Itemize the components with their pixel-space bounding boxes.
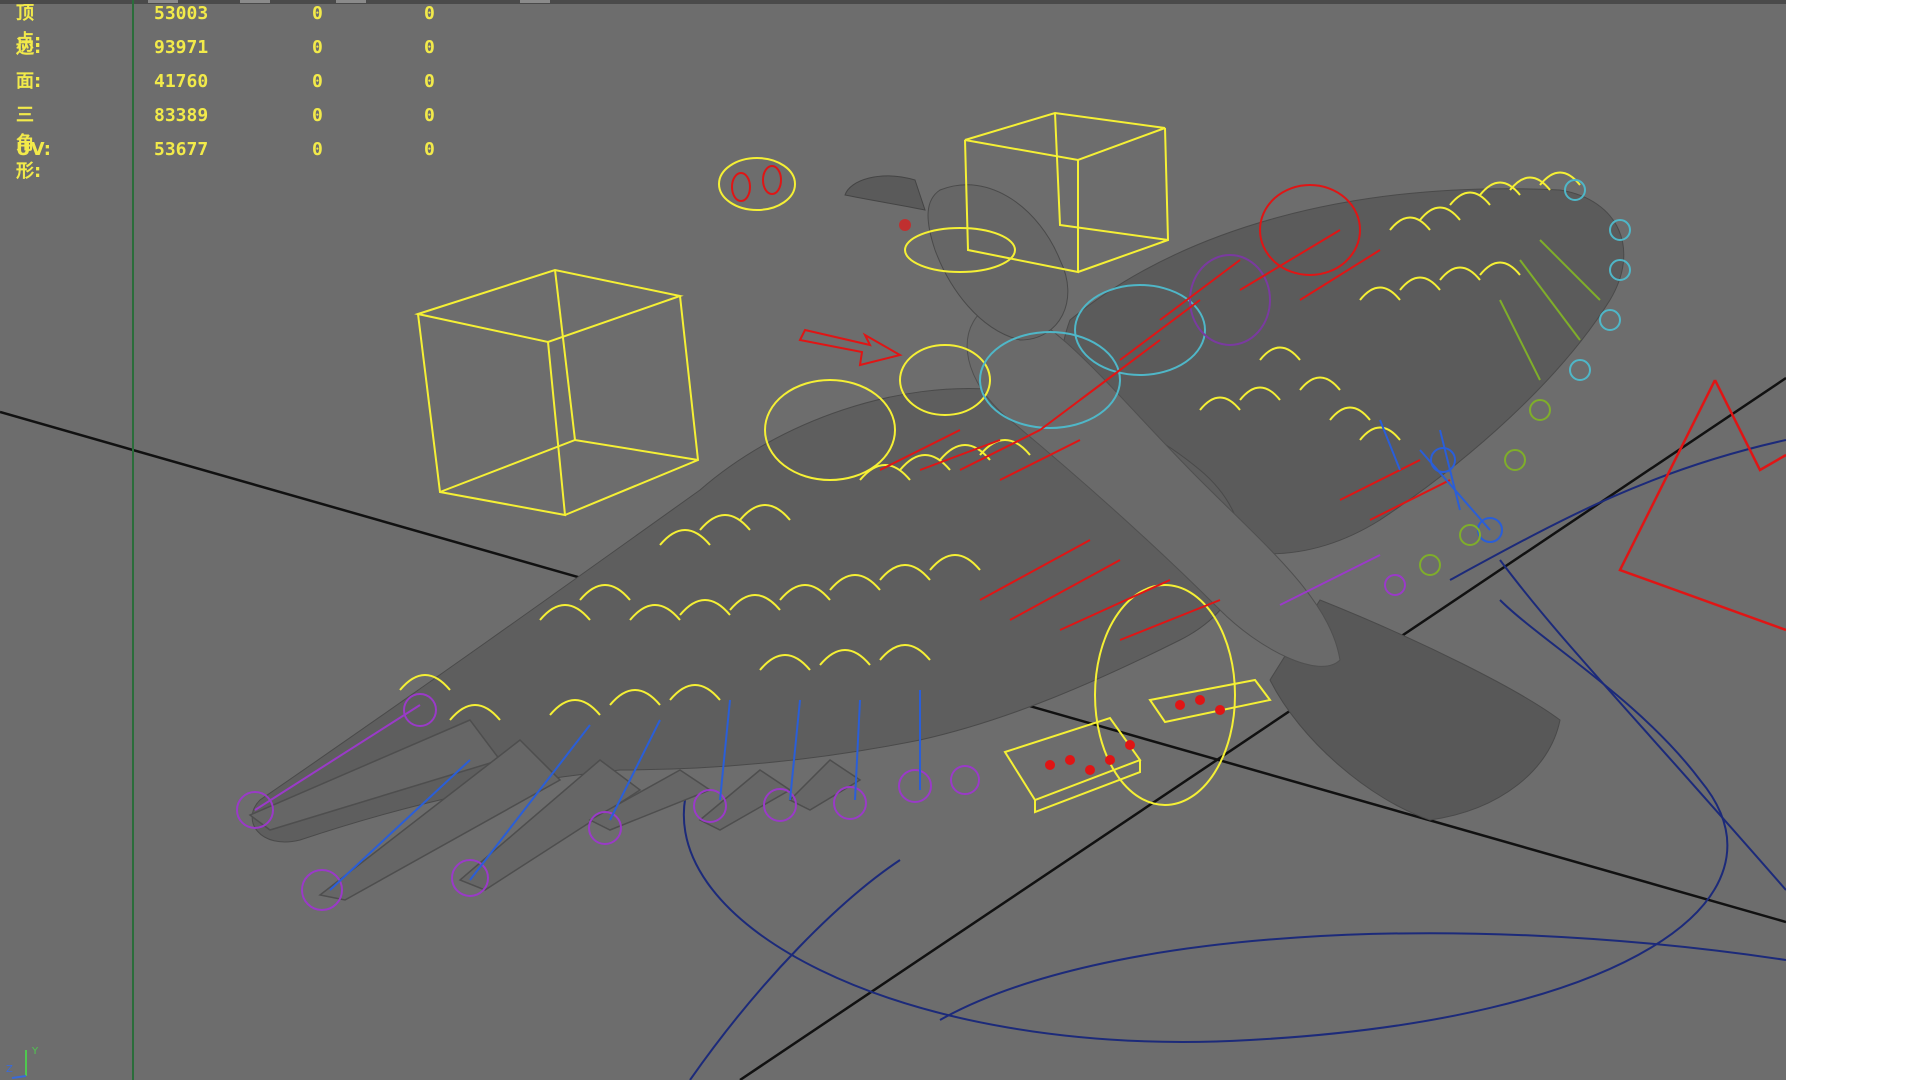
hud-value: 53677 bbox=[154, 139, 209, 160]
hud-extra-value: 0 bbox=[424, 139, 435, 160]
red-triangle-control-icon[interactable] bbox=[1618, 379, 1786, 632]
scene-canvas[interactable] bbox=[0, 0, 1786, 1080]
hud-extra-value: 0 bbox=[424, 71, 435, 92]
hud-value: 83389 bbox=[154, 105, 209, 126]
hud-label: UV: bbox=[16, 139, 51, 160]
eye-control-icon bbox=[899, 219, 911, 231]
control-cube-icon[interactable] bbox=[414, 268, 700, 517]
hud-selected-value: 0 bbox=[312, 3, 323, 24]
hud-selected-value: 0 bbox=[312, 105, 323, 126]
hud-extra-value: 0 bbox=[424, 3, 435, 24]
axis-y-label: Y bbox=[31, 1046, 39, 1057]
hud-value: 41760 bbox=[154, 71, 209, 92]
hud-label: 面: bbox=[16, 71, 42, 92]
viewport-margin bbox=[1786, 0, 1920, 1080]
axis-z-label: Z bbox=[6, 1064, 13, 1075]
hud-selected-value: 0 bbox=[312, 37, 323, 58]
hud-extra-value: 0 bbox=[424, 37, 435, 58]
hud-selected-value: 0 bbox=[312, 139, 323, 160]
hud-value: 53003 bbox=[154, 3, 209, 24]
maya-viewport[interactable]: 顶点: 53003 0 0 边: 93971 0 0 面: 41760 0 0 … bbox=[0, 0, 1786, 1080]
red-arrow-control-icon[interactable] bbox=[798, 328, 903, 367]
eye-target-control-icon[interactable] bbox=[718, 157, 796, 211]
hud-extra-value: 0 bbox=[424, 105, 435, 126]
view-axis-gizmo-icon: Y Z bbox=[6, 1046, 39, 1079]
hud-selected-value: 0 bbox=[312, 71, 323, 92]
bird-mesh-icon[interactable] bbox=[248, 175, 1625, 901]
hud-value: 93971 bbox=[154, 37, 209, 58]
hud-label: 边: bbox=[16, 37, 42, 58]
